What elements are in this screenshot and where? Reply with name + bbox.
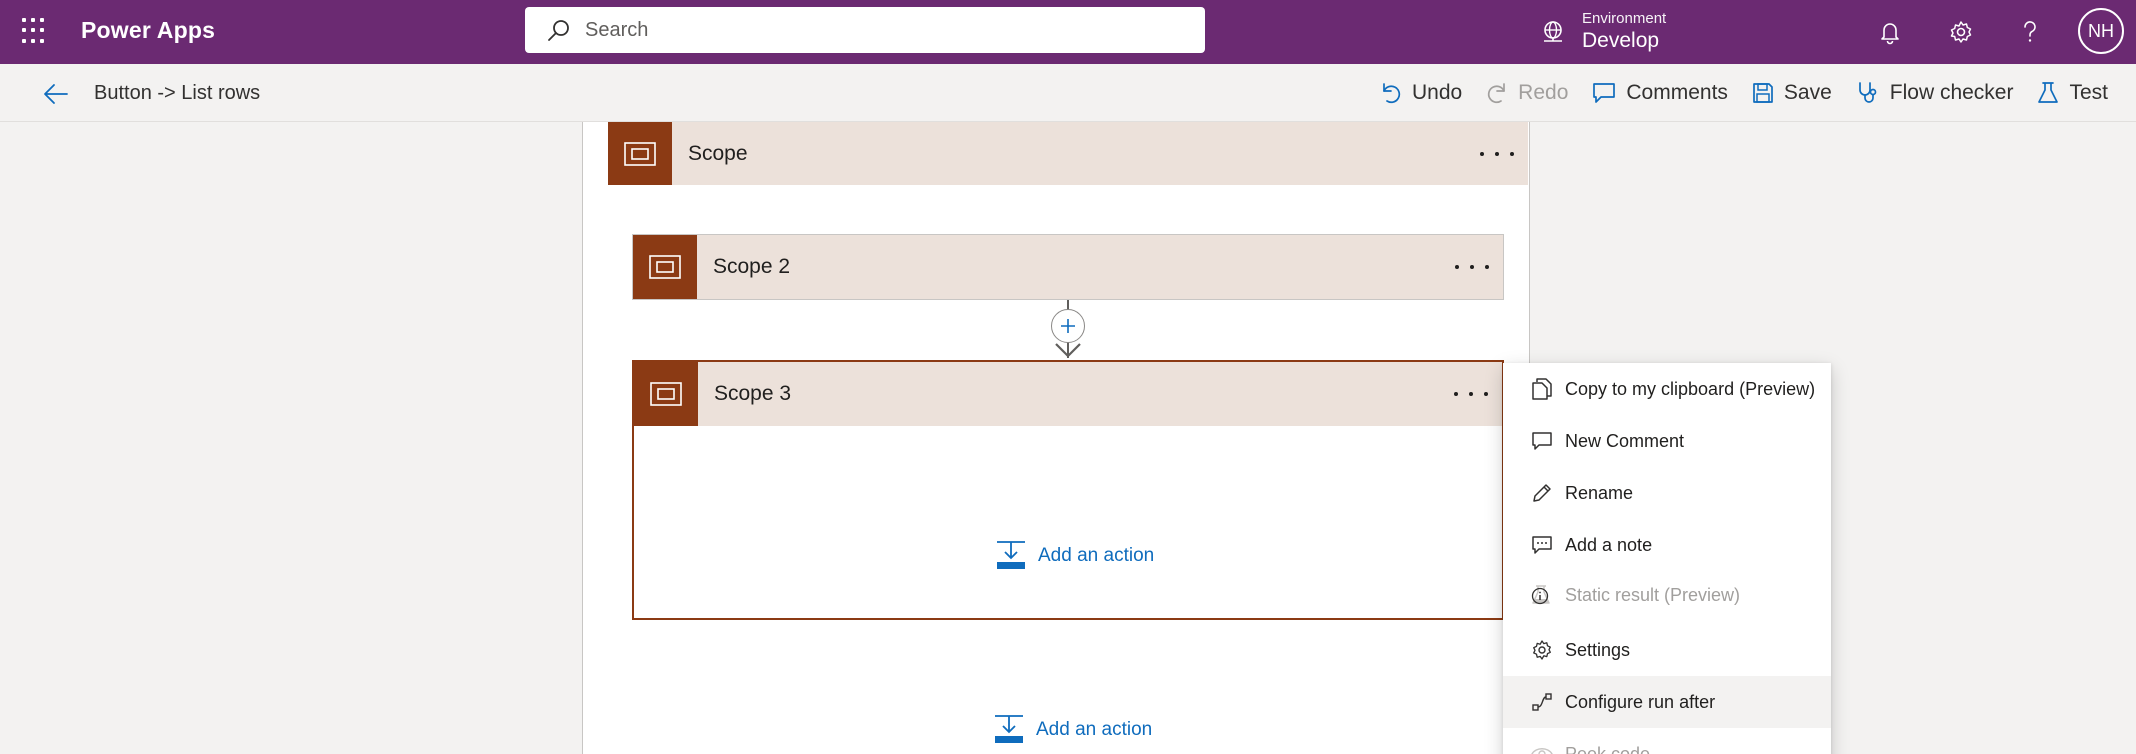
more-options-icon[interactable] <box>1480 142 1514 166</box>
menu-item-static-result[interactable]: Static result (Preview) <box>1503 569 1831 621</box>
copy-icon <box>1532 378 1552 400</box>
gear-icon[interactable] <box>1945 16 1977 48</box>
save-icon <box>1753 83 1773 103</box>
search-box[interactable] <box>525 7 1205 53</box>
environment-label: Environment <box>1582 10 1667 27</box>
run-after-icon <box>1532 693 1552 711</box>
add-action-icon <box>995 715 1023 743</box>
save-label: Save <box>1783 81 1832 104</box>
add-action-button[interactable]: Add an action <box>994 714 1152 746</box>
arrow-down-icon <box>1055 343 1081 358</box>
note-icon <box>1532 536 1552 554</box>
undo-button[interactable]: Undo <box>1380 81 1462 105</box>
menu-item-label: Configure run after <box>1565 691 1716 712</box>
comments-button[interactable]: Comments <box>1592 81 1728 105</box>
menu-item-label: New Comment <box>1565 430 1685 451</box>
redo-icon <box>1488 83 1506 104</box>
help-icon[interactable] <box>2014 16 2046 48</box>
search-input[interactable] <box>585 18 1165 42</box>
menu-item-settings[interactable]: Settings <box>1503 624 1831 676</box>
context-menu: Copy to my clipboard (Preview) New Comme… <box>1503 363 1831 754</box>
redo-label: Redo <box>1518 81 1569 104</box>
add-action-label: Add an action <box>1038 545 1155 566</box>
scope2-card-header[interactable]: Scope 2 <box>632 234 1504 300</box>
globe-icon <box>1544 21 1562 42</box>
menu-item-add-note[interactable]: Add a note <box>1503 519 1831 571</box>
insert-step-plus-icon[interactable] <box>1051 309 1085 343</box>
scope-icon <box>634 362 698 426</box>
test-button[interactable]: Test <box>2037 81 2108 105</box>
menu-item-peek-code[interactable]: Peek code <box>1503 728 1831 754</box>
search-icon <box>548 20 569 41</box>
scope-icon <box>608 122 672 185</box>
notifications-icon[interactable] <box>1874 16 1906 48</box>
menu-item-label: Peek code <box>1565 743 1651 754</box>
flow-checker-label: Flow checker <box>1889 81 2014 104</box>
flow-checker-button[interactable]: Flow checker <box>1856 81 2014 105</box>
menu-item-label: Rename <box>1565 482 1634 503</box>
menu-item-label: Add a note <box>1565 534 1653 555</box>
environment-picker[interactable]: Environment Develop <box>1540 4 1666 60</box>
gear-icon <box>1533 640 1551 660</box>
top-bar: Power Apps Environment Develop <box>0 0 2136 64</box>
redo-button[interactable]: Redo <box>1486 81 1568 105</box>
stethoscope-icon <box>1858 82 1877 103</box>
scope2-title: Scope 2 <box>713 255 791 278</box>
breadcrumb: Button -> List rows <box>94 82 261 104</box>
scope3-card-header[interactable]: Scope 3 <box>634 362 1502 426</box>
scope3-title: Scope 3 <box>714 382 792 405</box>
environment-value: Develop <box>1582 29 1660 52</box>
menu-item-rename[interactable]: Rename <box>1503 467 1831 519</box>
more-options-icon[interactable] <box>1454 382 1488 406</box>
undo-label: Undo <box>1411 81 1463 104</box>
undo-icon <box>1383 83 1401 104</box>
comments-label: Comments <box>1626 81 1728 104</box>
menu-item-new-comment[interactable]: New Comment <box>1503 415 1831 467</box>
menu-item-label: Static result (Preview) <box>1565 584 1741 605</box>
test-label: Test <box>2069 81 2108 104</box>
avatar[interactable]: NH <box>2078 8 2124 54</box>
save-button[interactable]: Save <box>1752 81 1832 105</box>
menu-item-configure-run-after[interactable]: Configure run after <box>1503 676 1831 728</box>
scope3-card[interactable]: Scope 3 Add an action <box>632 360 1504 620</box>
menu-item-copy-clipboard[interactable]: Copy to my clipboard (Preview) <box>1503 363 1831 415</box>
back-arrow-icon[interactable] <box>40 78 72 110</box>
comment-icon <box>1532 432 1552 450</box>
eye-icon <box>1531 748 1553 754</box>
scope-card-header[interactable]: Scope <box>608 122 1528 185</box>
info-icon[interactable] <box>1531 587 1549 605</box>
add-action-label: Add an action <box>1036 719 1153 740</box>
comment-icon <box>1593 83 1616 103</box>
flask-icon <box>2038 82 2059 103</box>
more-options-icon[interactable] <box>1455 255 1489 279</box>
scope-title: Scope <box>688 141 748 165</box>
app-launcher-icon[interactable] <box>22 18 48 44</box>
add-action-icon <box>997 541 1025 569</box>
add-action-button[interactable]: Add an action <box>996 540 1154 572</box>
pencil-icon <box>1533 484 1551 502</box>
menu-item-label: Settings <box>1565 639 1631 660</box>
app-name[interactable]: Power Apps <box>81 17 215 44</box>
scope-icon <box>633 235 697 299</box>
command-bar: Button -> List rows Undo Redo Comments S… <box>0 64 2136 122</box>
menu-item-label: Copy to my clipboard (Preview) <box>1565 378 1816 399</box>
